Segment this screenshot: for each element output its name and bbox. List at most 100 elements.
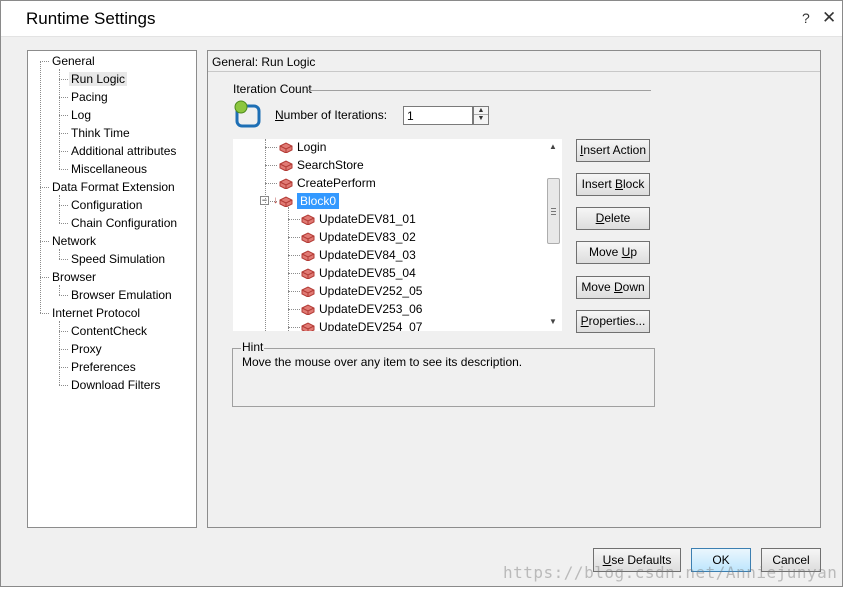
nav-item-run-logic[interactable]: Run Logic	[69, 71, 128, 87]
tree-connector	[59, 169, 68, 170]
tree-connector	[59, 349, 68, 350]
nav-item-think-time[interactable]: Think Time	[69, 125, 132, 141]
nav-item-label: Chain Configuration	[71, 216, 178, 230]
insert-action-button[interactable]: Insert Action	[576, 139, 650, 162]
tree-item-searchstore[interactable]: SearchStore	[233, 157, 553, 173]
nav-item-pacing[interactable]: Pacing	[69, 89, 110, 105]
nav-item-proxy[interactable]: Proxy	[69, 341, 104, 357]
tree-connector	[59, 223, 68, 224]
block-arrow-icon: ↓	[273, 195, 278, 206]
spin-down-icon[interactable]: ▼	[474, 115, 488, 123]
tree-item-updatedev83-02[interactable]: UpdateDEV83_02	[233, 229, 553, 245]
tree-item-block0[interactable]: − ↓ Block0	[233, 193, 553, 209]
nav-item-additional-attributes[interactable]: Additional attributes	[69, 143, 178, 159]
tree-item-updatedev85-04[interactable]: UpdateDEV85_04	[233, 265, 553, 281]
tree-item-label: UpdateDEV252_05	[319, 284, 423, 298]
runtime-settings-dialog: Runtime Settings ? ✕ General Run Logic Pac…	[0, 0, 843, 587]
tree-connector	[59, 97, 68, 98]
tree-item-updatedev254-07[interactable]: UpdateDEV254_07	[233, 319, 553, 331]
action-icon	[279, 141, 293, 154]
nav-item-label: Pacing	[71, 90, 108, 104]
nav-item-miscellaneous[interactable]: Miscellaneous	[69, 161, 149, 177]
tree-connector	[288, 273, 300, 274]
insert-block-button[interactable]: Insert Block	[576, 173, 650, 196]
tree-connector	[288, 327, 300, 328]
tree-item-label: UpdateDEV81_01	[319, 212, 416, 226]
nav-item-label: Think Time	[71, 126, 130, 140]
tree-connector	[59, 69, 60, 169]
action-icon	[301, 249, 315, 262]
move-up-button[interactable]: Move Up	[576, 241, 650, 264]
tree-connector	[288, 309, 300, 310]
scroll-thumb[interactable]	[547, 178, 560, 244]
tree-connector	[265, 183, 277, 184]
move-down-button[interactable]: Move Down	[576, 276, 650, 299]
tree-connector	[59, 285, 60, 295]
tree-item-label: CreatePerform	[297, 176, 376, 190]
tree-connector	[40, 61, 41, 313]
tree-item-createperform[interactable]: CreatePerform	[233, 175, 553, 191]
scroll-up-icon[interactable]: ▲	[549, 142, 557, 151]
tree-item-updatedev253-06[interactable]: UpdateDEV253_06	[233, 301, 553, 317]
nav-item-label: Internet Protocol	[52, 306, 141, 320]
iterations-input[interactable]	[403, 106, 473, 125]
nav-item-chain-configuration[interactable]: Chain Configuration	[69, 215, 179, 231]
tree-connector	[59, 367, 68, 368]
hint-title: Hint	[241, 340, 265, 354]
nav-item-network[interactable]: Network	[50, 233, 98, 249]
nav-item-label: Preferences	[71, 360, 136, 374]
tree-connector	[265, 139, 266, 331]
nav-item-configuration[interactable]: Configuration	[69, 197, 144, 213]
nav-item-label: General	[52, 54, 95, 68]
nav-item-label: Miscellaneous	[71, 162, 148, 176]
nav-item-label: Configuration	[71, 198, 143, 212]
properties-button[interactable]: Properties...	[576, 310, 650, 333]
close-button[interactable]: ✕	[822, 8, 836, 28]
nav-item-general[interactable]: General	[50, 53, 97, 69]
help-button[interactable]: ?	[802, 10, 810, 26]
panel-header: General: Run Logic	[208, 51, 820, 72]
iterations-spinner[interactable]: ▲ ▼	[473, 106, 489, 125]
nav-item-label: Proxy	[71, 342, 102, 356]
nav-item-speed-simulation[interactable]: Speed Simulation	[69, 251, 167, 267]
action-icon	[301, 303, 315, 316]
tree-connector	[59, 115, 68, 116]
group-divider	[308, 90, 651, 91]
scroll-down-icon[interactable]: ▼	[549, 317, 557, 326]
nav-item-label: Run Logic	[69, 72, 128, 86]
nav-item-data-format-extension[interactable]: Data Format Extension	[50, 179, 177, 195]
run-logic-panel: General: Run Logic Iteration Count Numbe…	[207, 50, 821, 528]
tree-connector	[288, 291, 300, 292]
tree-connector	[40, 313, 49, 314]
nav-item-log[interactable]: Log	[69, 107, 93, 123]
tree-item-updatedev81-01[interactable]: UpdateDEV81_01	[233, 211, 553, 227]
tree-connector	[265, 165, 277, 166]
nav-item-label: Data Format Extension	[52, 180, 175, 194]
tree-item-updatedev252-05[interactable]: UpdateDEV252_05	[233, 283, 553, 299]
nav-item-contentcheck[interactable]: ContentCheck	[69, 323, 149, 339]
block-icon	[279, 195, 293, 208]
settings-nav-tree[interactable]: General Run Logic Pacing Log Think Time Addit…	[27, 50, 197, 528]
nav-item-internet-protocol[interactable]: Internet Protocol	[50, 305, 142, 321]
action-tree[interactable]: Login SearchStore CreatePerform − ↓ Block0 Upd…	[233, 139, 562, 331]
tree-connector	[288, 255, 300, 256]
nav-item-browser-emulation[interactable]: Browser Emulation	[69, 287, 174, 303]
action-icon	[301, 213, 315, 226]
tree-item-login[interactable]: Login	[233, 139, 553, 155]
nav-item-preferences[interactable]: Preferences	[69, 359, 138, 375]
iteration-count-group-label: Iteration Count	[233, 82, 312, 96]
hint-box: Hint Move the mouse over any item to see…	[232, 340, 655, 407]
tree-item-label: UpdateDEV84_03	[319, 248, 416, 262]
tree-item-label: Login	[297, 140, 327, 154]
tree-connector	[59, 195, 60, 223]
nav-item-label: Browser Emulation	[71, 288, 172, 302]
spin-up-icon[interactable]: ▲	[474, 107, 488, 115]
nav-item-browser[interactable]: Browser	[50, 269, 98, 285]
action-tree-scrollbar[interactable]: ▲ ▼	[545, 139, 562, 331]
tree-item-updatedev84-03[interactable]: UpdateDEV84_03	[233, 247, 553, 263]
action-icon	[301, 267, 315, 280]
action-icon	[301, 231, 315, 244]
delete-button[interactable]: Delete	[576, 207, 650, 230]
watermark-text: https://blog.csdn.net/Anniejunyan	[503, 563, 838, 582]
nav-item-download-filters[interactable]: Download Filters	[69, 377, 162, 393]
